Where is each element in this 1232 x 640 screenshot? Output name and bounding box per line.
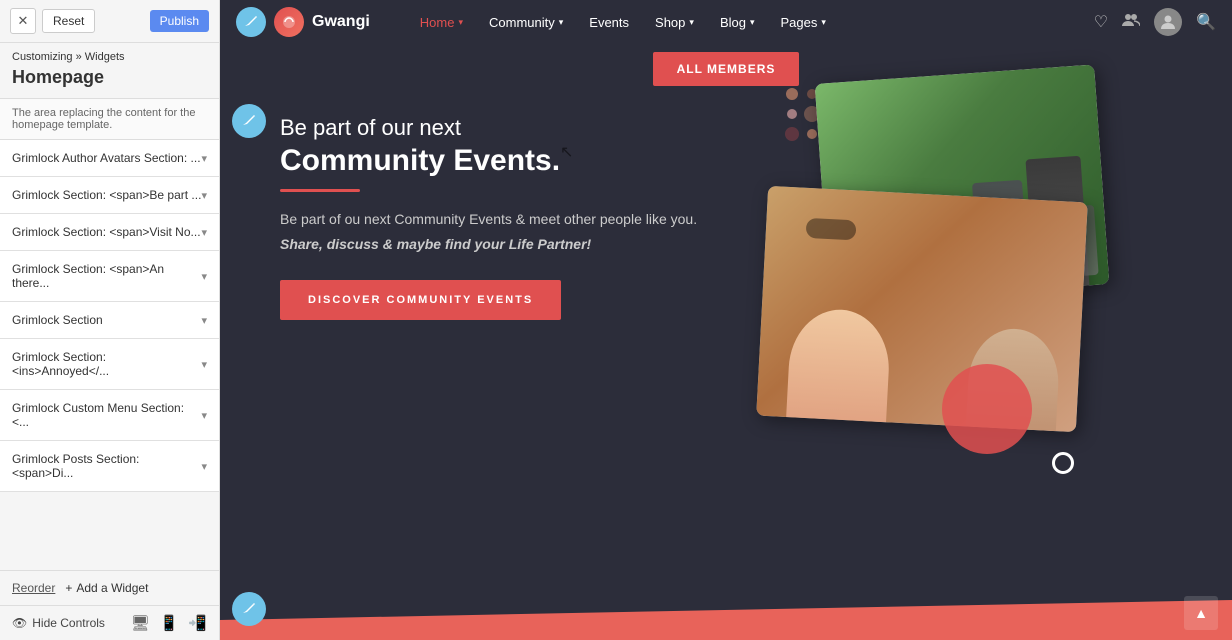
chevron-down-icon: ▾: [689, 17, 694, 28]
hero-title: Community Events.: [280, 143, 780, 179]
nav-item-pages[interactable]: Pages ▾: [769, 9, 838, 36]
breadcrumb: Customizing » Widgets: [0, 43, 219, 65]
hero-content: Be part of our next Community Events. Be…: [280, 114, 780, 320]
widget-item[interactable]: Grimlock Author Avatars Section: ... ▾: [0, 140, 219, 177]
nav-item-events[interactable]: Events: [577, 9, 641, 36]
users-icon[interactable]: [1122, 13, 1140, 32]
nav-menu: Home ▾ Community ▾ Events Shop ▾ Blog ▾ …: [408, 9, 1086, 36]
chevron-down-icon: ▾: [821, 17, 826, 28]
nav-item-community-label: Community: [489, 15, 555, 30]
hero-underline-decoration: [280, 189, 360, 192]
hero-subtitle: Be part of our next: [280, 114, 780, 143]
nav-right-icons: ♡ 🔍: [1094, 8, 1216, 36]
widget-label: Grimlock Posts Section: <span>Di...: [12, 452, 201, 480]
breadcrumb-separator: »: [73, 51, 85, 63]
breadcrumb-child: Widgets: [85, 51, 125, 63]
nav-item-blog-label: Blog: [720, 15, 746, 30]
hero-section: ALL MEMBERS Be part of our next Communit…: [220, 44, 1232, 640]
widget-label: Grimlock Section: [12, 313, 103, 327]
bottom-curve-decoration: [220, 590, 1232, 640]
chevron-down-icon: ▾: [559, 17, 564, 28]
desktop-icon[interactable]: 🖥: [131, 614, 150, 632]
hero-description: Be part of ou next Community Events & me…: [280, 208, 780, 230]
close-button[interactable]: ✕: [10, 8, 36, 34]
hero-tagline: Share, discuss & maybe find your Life Pa…: [280, 236, 780, 252]
widget-label: Grimlock Author Avatars Section: ...: [12, 151, 201, 165]
nav-edit-icon[interactable]: [236, 7, 266, 37]
info-text: The area replacing the content for the h…: [0, 98, 219, 140]
widget-label: Grimlock Section: <span>Visit No...: [12, 225, 201, 239]
chevron-down-icon: ▾: [201, 152, 207, 165]
site-logo: [274, 7, 304, 37]
widget-item[interactable]: Grimlock Custom Menu Section: <... ▾: [0, 390, 219, 441]
chevron-down-icon: ▾: [201, 314, 207, 327]
chevron-down-icon: ▾: [458, 17, 463, 28]
widget-item[interactable]: Grimlock Section ▾: [0, 302, 219, 339]
photo-women-image: [756, 186, 1088, 432]
widget-item[interactable]: Grimlock Posts Section: <span>Di... ▾: [0, 441, 219, 492]
nav-item-blog[interactable]: Blog ▾: [708, 9, 767, 36]
white-ring-decoration: [1052, 452, 1074, 474]
widget-item[interactable]: Grimlock Section: <span>An there... ▾: [0, 251, 219, 302]
reset-button[interactable]: Reset: [42, 9, 95, 33]
back-to-top-button[interactable]: ▲: [1184, 596, 1218, 630]
bottom-icons: 🖥 📱 📲: [131, 614, 207, 632]
search-icon[interactable]: 🔍: [1196, 12, 1216, 32]
site-name: Gwangi: [312, 13, 370, 31]
chevron-down-icon: ▾: [750, 17, 755, 28]
tablet-icon[interactable]: 📱: [160, 614, 179, 632]
add-widget-label: Add a Widget: [76, 581, 148, 595]
widget-label: Grimlock Custom Menu Section: <...: [12, 401, 201, 429]
nav-item-pages-label: Pages: [781, 15, 818, 30]
hero-images: [742, 54, 1232, 534]
widget-item[interactable]: Grimlock Section: <ins>Annoyed</... ▾: [0, 339, 219, 390]
nav-item-community[interactable]: Community ▾: [477, 9, 575, 36]
nav-item-home-label: Home: [420, 15, 455, 30]
eye-icon: 👁: [12, 616, 27, 630]
plus-icon: +: [65, 581, 72, 595]
publish-button[interactable]: Publish: [150, 10, 209, 32]
heart-icon[interactable]: ♡: [1094, 12, 1108, 32]
widget-list: Grimlock Author Avatars Section: ... ▾ G…: [0, 140, 219, 570]
chevron-down-icon: ▾: [201, 358, 207, 371]
nav-item-home[interactable]: Home ▾: [408, 9, 475, 36]
section-edit-pencil-bottom[interactable]: [232, 592, 266, 626]
nav-item-shop-label: Shop: [655, 15, 685, 30]
chevron-down-icon: ▾: [201, 409, 207, 422]
discover-events-button[interactable]: DISCOVER COMMUNITY EVENTS: [280, 280, 561, 320]
mobile-icon[interactable]: 📲: [188, 614, 207, 632]
widget-label: Grimlock Section: <span>Be part ...: [12, 188, 201, 202]
reorder-link[interactable]: Reorder: [12, 581, 55, 595]
chevron-down-icon: ▾: [201, 189, 207, 202]
sidebar-footer: Reorder + Add a Widget: [0, 570, 219, 605]
person-silhouette-1: [786, 307, 892, 432]
widget-label: Grimlock Section: <ins>Annoyed</...: [12, 350, 201, 378]
widget-item[interactable]: Grimlock Section: <span>Visit No... ▾: [0, 214, 219, 251]
hide-controls-toggle[interactable]: 👁 Hide Controls: [12, 616, 105, 630]
main-content: Gwangi Home ▾ Community ▾ Events Shop ▾ …: [220, 0, 1232, 640]
top-navigation: Gwangi Home ▾ Community ▾ Events Shop ▾ …: [220, 0, 1232, 44]
widget-item[interactable]: Grimlock Section: <span>Be part ... ▾: [0, 177, 219, 214]
hide-controls-label: Hide Controls: [32, 616, 105, 630]
photo-card-women: [756, 186, 1088, 432]
chevron-down-icon: ▾: [201, 270, 207, 283]
nav-item-events-label: Events: [589, 15, 629, 30]
sidebar-top-bar: ✕ Reset Publish: [0, 0, 219, 43]
nav-logo-area: Gwangi: [236, 7, 390, 37]
chevron-down-icon: ▾: [201, 460, 207, 473]
section-edit-pencil-top[interactable]: [232, 104, 266, 138]
add-widget-button[interactable]: + Add a Widget: [65, 581, 148, 595]
breadcrumb-parent: Customizing: [12, 51, 73, 63]
widget-label: Grimlock Section: <span>An there...: [12, 262, 201, 290]
page-title: Homepage: [0, 65, 219, 98]
nav-item-shop[interactable]: Shop ▾: [643, 9, 706, 36]
sidebar-bottom-bar: 👁 Hide Controls 🖥 📱 📲: [0, 605, 219, 640]
customizer-sidebar: ✕ Reset Publish Customizing » Widgets Ho…: [0, 0, 220, 640]
chevron-down-icon: ▾: [201, 226, 207, 239]
avatar[interactable]: [1154, 8, 1182, 36]
coral-circle-decoration: [942, 364, 1032, 454]
